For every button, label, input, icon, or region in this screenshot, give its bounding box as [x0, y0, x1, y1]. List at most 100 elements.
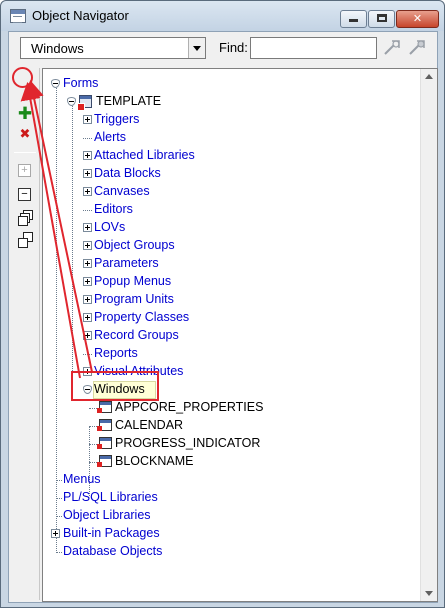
collapse-icon[interactable]: −	[18, 188, 31, 201]
expand-icon[interactable]: +	[18, 164, 31, 177]
tree-node-label: Menus	[63, 472, 101, 486]
tree-node-program-units[interactable]: Program Units	[83, 291, 283, 309]
tree-node-label: PROGRESS_INDICATOR	[115, 436, 261, 450]
object-type-select[interactable]: Windows	[20, 37, 206, 59]
delete-icon[interactable]: ✖	[16, 125, 34, 143]
tree-node-label: Triggers	[94, 112, 140, 126]
tree-node-label: Database Objects	[63, 544, 163, 558]
toolbar-divider	[14, 152, 36, 153]
minimize-icon	[349, 19, 358, 22]
tree-node-editors[interactable]: Editors	[83, 201, 283, 219]
tree-node-label: Forms	[63, 76, 99, 90]
expand-toggle[interactable]	[51, 529, 60, 538]
close-button[interactable]: ✕	[396, 10, 439, 28]
find-previous-icon[interactable]	[382, 38, 402, 58]
close-icon: ✕	[412, 13, 423, 25]
expand-all-icon[interactable]	[18, 210, 34, 226]
tree-node-reports[interactable]: Reports	[83, 345, 283, 363]
app-icon	[10, 9, 26, 23]
tree-node-attached-libraries[interactable]: Attached Libraries	[83, 147, 283, 165]
tree-connector	[56, 480, 62, 481]
maximize-button[interactable]	[368, 10, 395, 28]
tree-node-label: APPCORE_PROPERTIES	[115, 400, 264, 414]
expand-toggle[interactable]	[83, 295, 92, 304]
expand-toggle[interactable]	[83, 115, 92, 124]
tree-node-triggers[interactable]: Triggers	[83, 111, 283, 129]
title-bar[interactable]: Object Navigator ✕	[1, 1, 444, 31]
tree-node-built-in-packages[interactable]: Built-in Packages	[51, 525, 251, 543]
annotation-circle	[12, 67, 33, 88]
tree-node-parameters[interactable]: Parameters	[83, 255, 283, 273]
expand-toggle[interactable]	[83, 169, 92, 178]
tree-node-data-blocks[interactable]: Data Blocks	[83, 165, 283, 183]
collapse-toggle[interactable]	[51, 79, 60, 88]
expand-toggle[interactable]	[83, 277, 92, 286]
tree-node-window-appcore-properties[interactable]: APPCORE_PROPERTIES	[89, 399, 299, 417]
tree-node-property-classes[interactable]: Property Classes	[83, 309, 283, 327]
tree-node-alerts[interactable]: Alerts	[83, 129, 283, 147]
tree-node-popup-menus[interactable]: Popup Menus	[83, 273, 283, 291]
tree-node-label: Attached Libraries	[94, 148, 195, 162]
tree-node-label: Reports	[94, 346, 138, 360]
tree-node-object-groups[interactable]: Object Groups	[83, 237, 283, 255]
tree-connector	[56, 516, 62, 517]
scroll-up-icon[interactable]	[425, 74, 433, 79]
tree-node-label: Object Libraries	[63, 508, 151, 522]
collapse-all-icon[interactable]	[18, 232, 34, 248]
tree-node-label: Alerts	[94, 130, 126, 144]
find-next-icon[interactable]	[407, 38, 427, 58]
expand-toggle[interactable]	[83, 313, 92, 322]
create-icon[interactable]: ✚	[16, 105, 34, 123]
object-navigator-window: Object Navigator ✕ Windows Find: ✚ ✖ + −…	[0, 0, 445, 608]
expand-toggle[interactable]	[83, 331, 92, 340]
tree-node-record-groups[interactable]: Record Groups	[83, 327, 283, 345]
find-label: Find:	[219, 40, 248, 55]
tree-node-label: LOVs	[94, 220, 126, 234]
tree-connector	[83, 138, 92, 139]
tree-node-label: Parameters	[94, 256, 159, 270]
vertical-scrollbar[interactable]	[420, 69, 437, 601]
window-object-icon	[97, 401, 112, 413]
tree-connector	[56, 552, 62, 553]
tree-node-plsql-libraries[interactable]: PL/SQL Libraries	[51, 489, 251, 507]
tree-node-window-calendar[interactable]: CALENDAR	[89, 417, 299, 435]
tree-node-object-libraries[interactable]: Object Libraries	[51, 507, 251, 525]
tree-node-menus[interactable]: Menus	[51, 471, 251, 489]
tree-connector	[83, 354, 92, 355]
tree-node-label: TEMPLATE	[96, 94, 162, 108]
form-module-icon	[77, 95, 92, 111]
scroll-down-icon[interactable]	[425, 591, 433, 596]
tree-node-label: Record Groups	[94, 328, 179, 342]
tree-node-label: PL/SQL Libraries	[63, 490, 158, 504]
navigator-toolbar: Windows Find:	[9, 32, 437, 68]
tree-node-label: CALENDAR	[115, 418, 184, 432]
expand-toggle[interactable]	[83, 187, 92, 196]
tree-node-database-objects[interactable]: Database Objects	[51, 543, 251, 561]
tree-node-template[interactable]: TEMPLATE	[67, 93, 267, 111]
chevron-down-icon[interactable]	[188, 38, 205, 58]
tree-node-lovs[interactable]: LOVs	[83, 219, 283, 237]
tree-node-label: Data Blocks	[94, 166, 161, 180]
window-object-icon	[97, 437, 112, 449]
find-input[interactable]	[250, 37, 377, 59]
tree-node-forms[interactable]: Forms	[51, 75, 251, 93]
tree-node-label: Editors	[94, 202, 133, 216]
expand-toggle[interactable]	[83, 223, 92, 232]
tree-node-label: Canvases	[94, 184, 150, 198]
tree-node-window-progress-indicator[interactable]: PROGRESS_INDICATOR	[89, 435, 299, 453]
object-tree[interactable]: Forms TEMPLATE Triggers Alerts Attached …	[42, 68, 438, 602]
expand-toggle[interactable]	[83, 259, 92, 268]
tree-node-label: Program Units	[94, 292, 174, 306]
expand-toggle[interactable]	[83, 151, 92, 160]
tree-node-window-blockname[interactable]: BLOCKNAME	[89, 453, 299, 471]
tree-node-canvases[interactable]: Canvases	[83, 183, 283, 201]
collapse-toggle[interactable]	[67, 97, 76, 106]
minimize-button[interactable]	[340, 10, 367, 28]
window-title: Object Navigator	[32, 8, 129, 23]
tree-node-label: Object Groups	[94, 238, 175, 252]
expand-toggle[interactable]	[83, 241, 92, 250]
object-type-select-value: Windows	[31, 41, 84, 56]
tree-connector	[83, 210, 92, 211]
window-object-icon	[97, 419, 112, 431]
annotation-box	[71, 371, 159, 401]
